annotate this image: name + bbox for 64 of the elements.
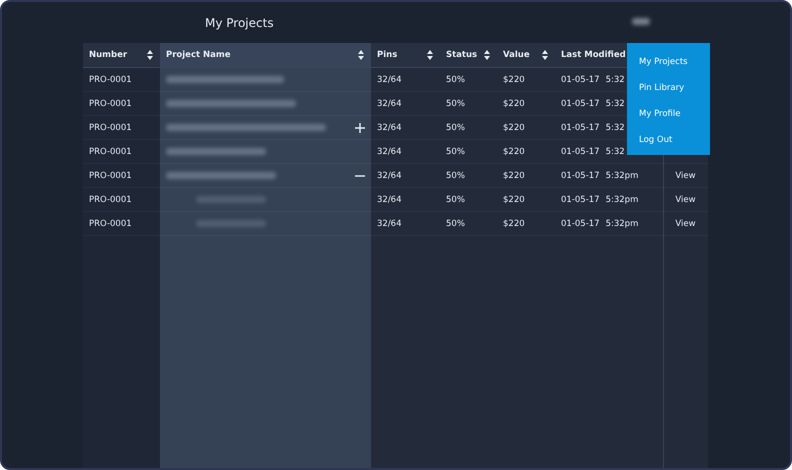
table-cell: 01-05-17: [561, 218, 600, 228]
redacted-user-name[interactable]: [632, 18, 650, 25]
column-header[interactable]: Project Name: [160, 43, 371, 67]
menu-item[interactable]: My Projects: [627, 49, 710, 75]
table-cell-text: 50%: [445, 194, 466, 206]
table-cell-text: 32/64: [376, 122, 402, 134]
table-cell-text: 50%: [445, 146, 466, 158]
table-cell-text: 50%: [445, 170, 466, 182]
column-header[interactable]: Pins: [371, 43, 440, 67]
table-cell: 01-05-17: [561, 170, 600, 180]
table-cell-text: $220: [502, 194, 526, 206]
column-header[interactable]: Value: [497, 43, 555, 67]
table-cell-text: $220: [502, 146, 526, 158]
page-title: My Projects: [205, 16, 274, 30]
table-cell: 5:32: [606, 74, 625, 84]
table-cell: 01-05-17: [561, 122, 600, 132]
table-cell-text: 32/64: [376, 194, 402, 206]
redacted-text: [196, 220, 266, 227]
table-cell: 5:32: [606, 122, 625, 132]
table-cell-text: $220: [502, 218, 526, 230]
redacted-text: [196, 196, 266, 203]
sort-icon: [358, 50, 364, 60]
table-cell-text: PRO-0001: [88, 74, 133, 86]
table-cell-text: PRO-0001: [88, 146, 133, 158]
sort-icon: [147, 50, 153, 60]
table-cell-text: 50%: [445, 122, 466, 134]
sort-icon: [542, 50, 548, 60]
table-cell: 5:32pm: [606, 218, 638, 228]
expand-icon[interactable]: [355, 122, 365, 132]
table-cell: 5:32: [606, 146, 625, 156]
view-link[interactable]: View: [675, 170, 696, 180]
menu-item[interactable]: Pin Library: [627, 75, 710, 101]
table-cell-text: PRO-0001: [88, 218, 133, 230]
table-cell-text: $220: [502, 74, 526, 86]
table-cell: 01-05-17: [561, 194, 600, 204]
menu-item[interactable]: Log Out: [627, 127, 710, 153]
table-cell: 5:32pm: [606, 170, 638, 180]
table-cell: 5:32: [606, 98, 625, 108]
column-header[interactable]: Number: [83, 43, 160, 67]
table-cell-text: 32/64: [376, 146, 402, 158]
table-cell-text: $220: [502, 98, 526, 110]
table-cell-text: $220: [502, 170, 526, 182]
view-link[interactable]: View: [675, 194, 696, 204]
table-cell-text: 50%: [445, 74, 466, 86]
table-cell-text: PRO-0001: [88, 98, 133, 110]
table-cell-text: 50%: [445, 218, 466, 230]
view-link[interactable]: View: [675, 218, 696, 228]
table-cell: 5:32pm: [606, 194, 638, 204]
table-cell-text: 50%: [445, 98, 466, 110]
table-cell: 01-05-17: [561, 146, 600, 156]
table-cell-text: 32/64: [376, 74, 402, 86]
table-cell-text: 32/64: [376, 98, 402, 110]
table-cell: 01-05-17: [561, 98, 600, 108]
table-cell-text: PRO-0001: [88, 194, 133, 206]
sort-icon: [427, 50, 433, 60]
table-cell-text: 32/64: [376, 218, 402, 230]
column-header[interactable]: Status: [440, 43, 497, 67]
table-cell-text: 32/64: [376, 170, 402, 182]
table-cell-text: PRO-0001: [88, 122, 133, 134]
menu-item[interactable]: My Profile: [627, 101, 710, 127]
sort-icon: [484, 50, 490, 60]
table-cell-text: $220: [502, 122, 526, 134]
table-cell-text: PRO-0001: [88, 170, 133, 182]
table-cell: 01-05-17: [561, 74, 600, 84]
